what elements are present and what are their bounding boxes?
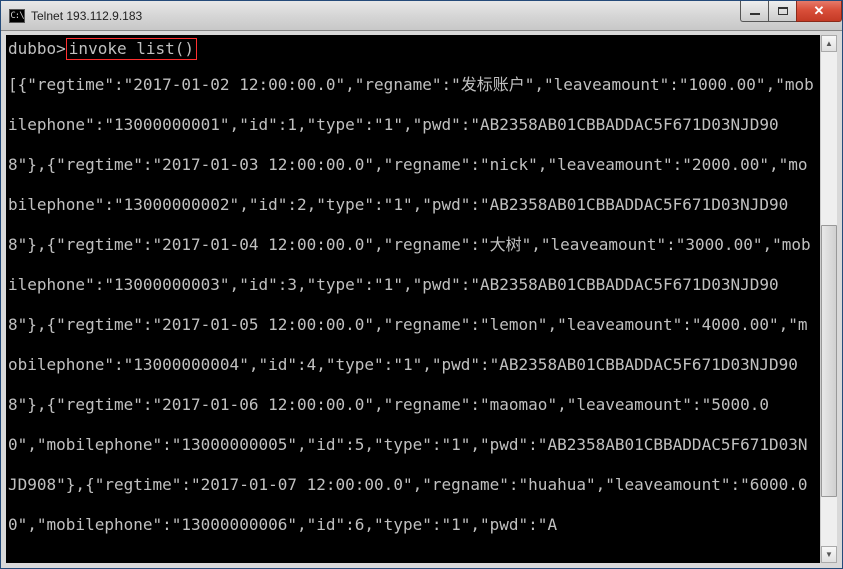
terminal-output[interactable]: dubbo>invoke list() [{"regtime":"2017-01-… [6,35,820,563]
prompt: dubbo> [8,39,66,58]
minimize-button[interactable] [740,1,768,22]
scroll-up-button[interactable]: ▲ [821,35,837,52]
window-title: Telnet 193.112.9.183 [31,9,142,23]
client-area: dubbo>invoke list() [{"regtime":"2017-01-… [1,31,842,568]
vertical-scrollbar[interactable]: ▲ ▼ [820,35,837,563]
output-text: [{"regtime":"2017-01-02 12:00:00.0","reg… [8,75,814,534]
close-icon: ✕ [814,3,825,19]
maximize-icon [778,7,788,15]
window-controls: ✕ [740,1,842,22]
titlebar[interactable]: C:\ Telnet 193.112.9.183 ✕ [1,1,842,31]
telnet-window: C:\ Telnet 193.112.9.183 ✕ dubbo>invoke … [0,0,843,569]
scroll-down-button[interactable]: ▼ [821,546,837,563]
close-button[interactable]: ✕ [796,1,842,22]
minimize-icon [750,13,760,15]
scroll-thumb[interactable] [821,225,837,497]
maximize-button[interactable] [768,1,796,22]
cmd-icon: C:\ [9,9,25,23]
scroll-track[interactable] [821,52,837,546]
command-highlight: invoke list() [66,38,197,60]
